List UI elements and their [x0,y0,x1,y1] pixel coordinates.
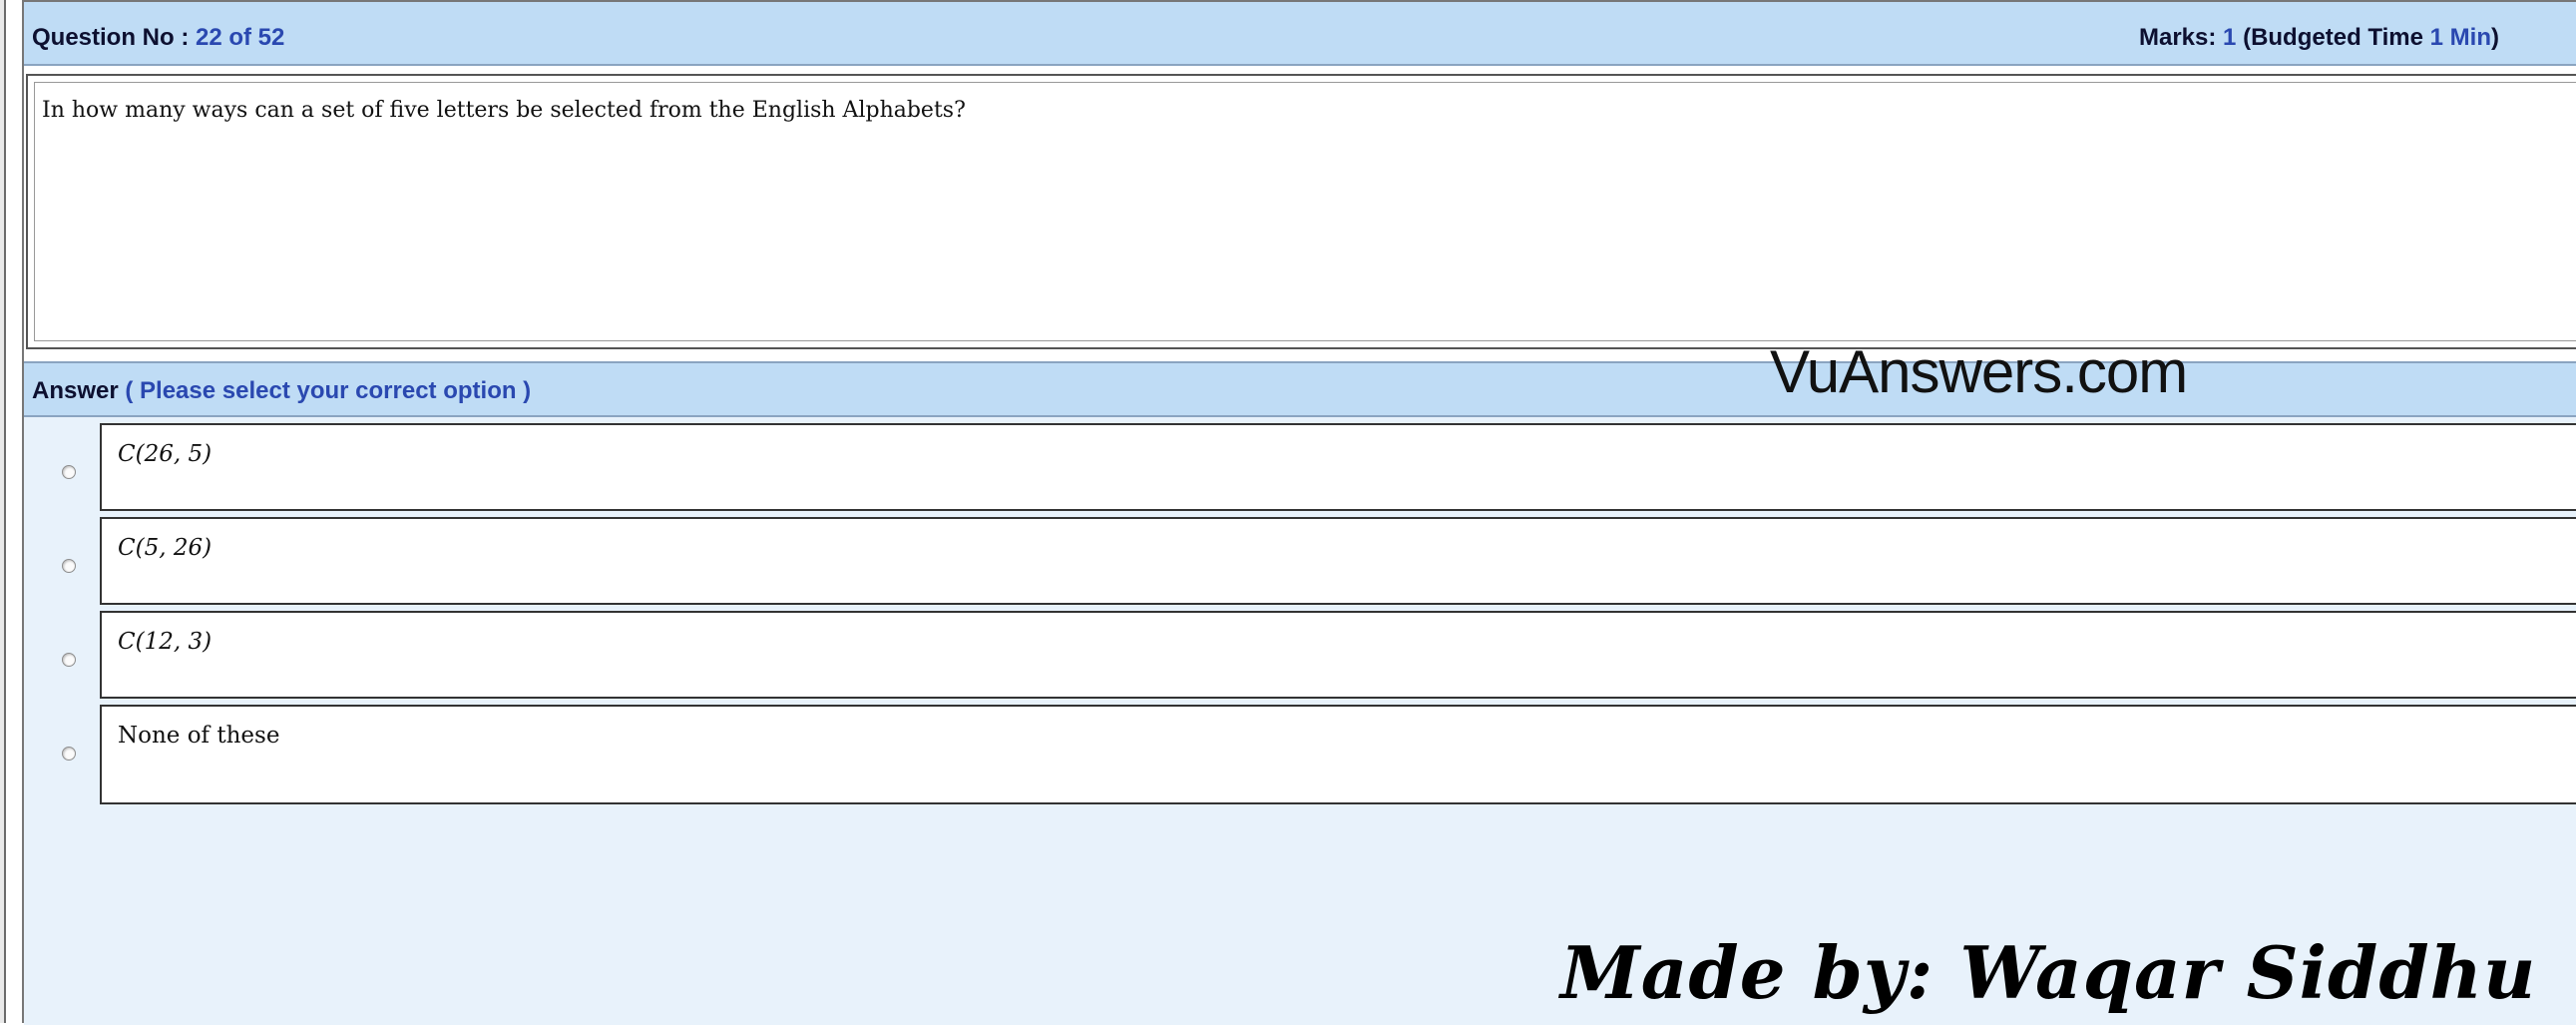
question-number-label: Question No : 22 of 52 [32,24,284,52]
quiz-panel: Question No : 22 of 52 Marks: 1 (Budgete… [22,0,2576,1025]
budget-time-value: 1 Min [2429,24,2491,51]
answer-label-text: Answer [32,377,126,404]
question-text: In how many ways can a set of five lette… [42,98,966,123]
option-row-2: C(5, 26) [24,511,2576,605]
option-2-radio[interactable] [62,559,76,573]
option-4-text: None of these [118,723,280,749]
marks-value: 1 [2223,24,2237,51]
option-row-1: C(26, 5) correct [24,417,2576,561]
window-left-edge [0,0,6,1023]
option-row-3: C(12, 3) [24,605,2576,699]
option-1-radio[interactable] [62,465,76,479]
marks-info: Marks: 1 (Budgeted Time 1 Min) [2139,24,2499,52]
question-header: Question No : 22 of 52 Marks: 1 (Budgete… [24,2,2576,66]
option-3-radio[interactable] [62,653,76,667]
question-number-prefix: Question No : [32,24,196,51]
question-number-value: 22 of 52 [196,24,285,51]
question-box: In how many ways can a set of five lette… [26,74,2576,349]
answer-header: Answer ( Please select your correct opti… [24,361,2576,417]
option-4-box[interactable]: None of these [100,705,2576,804]
option-3-box[interactable]: C(12, 3) [100,611,2576,699]
option-2-box[interactable]: C(5, 26) [100,517,2576,605]
option-1-text: C(26, 5) [118,441,213,467]
option-row-4: None of these [24,699,2576,804]
option-3-text: C(12, 3) [118,629,213,655]
author-watermark: Made by: Waqar Siddhu [1560,930,2537,1015]
option-2-text: C(5, 26) [118,535,213,561]
answer-hint: ( Please select your correct option ) [125,377,532,404]
budget-suffix: ) [2491,24,2499,51]
option-1-box[interactable]: C(26, 5) correct [100,423,2576,561]
answer-label: Answer ( Please select your correct opti… [32,377,531,405]
budget-prefix: (Budgeted Time [2236,24,2430,51]
marks-label: Marks: [2139,24,2224,51]
site-watermark: VuAnswers.com [1770,338,2188,405]
option-4-radio[interactable] [62,747,76,761]
